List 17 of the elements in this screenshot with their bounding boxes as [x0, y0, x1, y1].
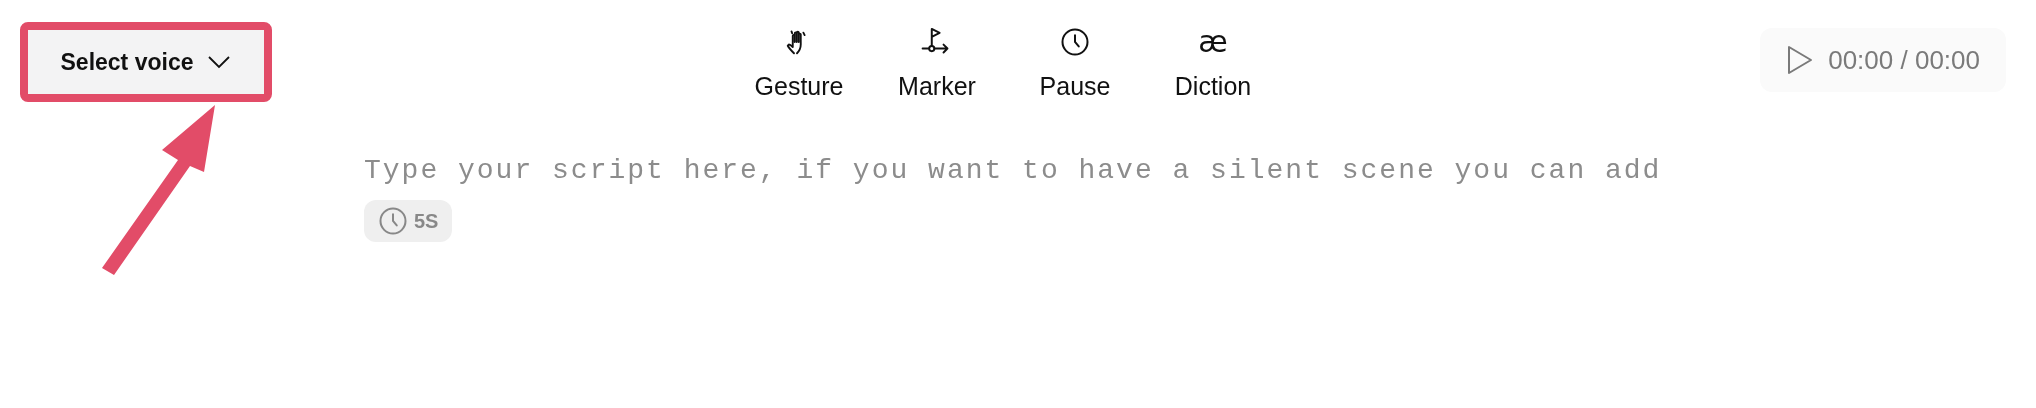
- playback-control[interactable]: 00:00 / 00:00: [1760, 28, 2006, 92]
- toolbar-label: Gesture: [754, 71, 844, 102]
- chip-label: 5S: [414, 208, 439, 234]
- toolbar-label: Pause: [1039, 71, 1111, 102]
- clock-icon: [1060, 27, 1090, 57]
- toolbar-button[interactable]: Marker: [890, 24, 984, 106]
- playback-time: 00:00 / 00:00: [1828, 43, 1980, 77]
- toolbar-label: Marker: [898, 71, 976, 102]
- toolbar-label: Diction: [1174, 71, 1252, 102]
- play-icon: [1786, 44, 1815, 76]
- voice-select-dropdown[interactable]: Select voice: [28, 30, 264, 94]
- toolbar-button[interactable]: Pause: [1028, 24, 1122, 106]
- clock-icon: [378, 205, 408, 236]
- toolbar-button[interactable]: æ Diction: [1166, 24, 1260, 106]
- chevron-down-icon: [207, 55, 232, 69]
- toolbar-button[interactable]: Gesture: [752, 24, 846, 106]
- ae-glyph-icon: æ: [1198, 27, 1228, 57]
